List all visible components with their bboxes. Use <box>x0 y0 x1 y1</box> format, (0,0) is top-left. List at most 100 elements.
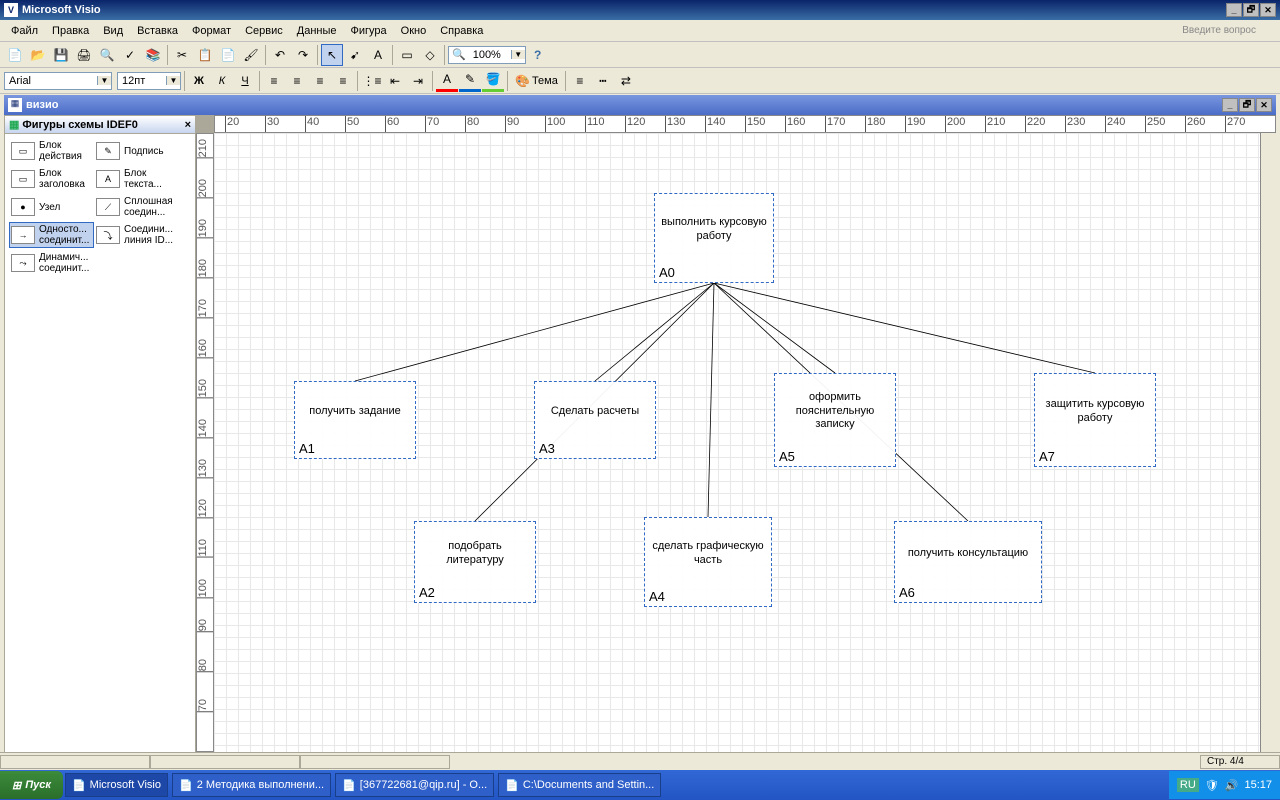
align-right-button[interactable]: ≡ <box>309 70 331 92</box>
print-button[interactable]: 🖨 <box>73 44 95 66</box>
font-size-input[interactable] <box>118 75 166 87</box>
diagram-node-A6[interactable]: получить консультациюA6 <box>894 521 1042 603</box>
tray-lang[interactable]: RU <box>1177 778 1199 792</box>
print-preview-button[interactable]: 🔍 <box>96 44 118 66</box>
vertical-ruler: 2102001901801701601501401301201101009080… <box>196 133 214 752</box>
menu-Формат[interactable]: Формат <box>185 23 238 39</box>
system-tray[interactable]: RU 🛡 🔊 15:17 <box>1169 771 1280 799</box>
rectangle-button[interactable]: ▭ <box>396 44 418 66</box>
fill-color-button[interactable]: 🪣 <box>482 70 504 92</box>
open-button[interactable]: 📂 <box>27 44 49 66</box>
cut-button[interactable]: ✂ <box>171 44 193 66</box>
shape-item[interactable]: ▭Блок заголовка <box>9 166 94 192</box>
shapes-panel-title: Фигуры схемы IDEF0 <box>22 119 137 131</box>
paste-button[interactable]: 📄 <box>217 44 239 66</box>
shape-item[interactable]: ✎Подпись <box>94 138 179 164</box>
vertical-scrollbar[interactable] <box>1260 133 1276 752</box>
copy-button[interactable]: 📋 <box>194 44 216 66</box>
shapes-panel-close-button[interactable]: × <box>185 119 191 131</box>
spellcheck-button[interactable]: ✓ <box>119 44 141 66</box>
bold-button[interactable]: Ж <box>188 70 210 92</box>
theme-button[interactable]: 🎨Тема <box>511 70 562 92</box>
menubar: ФайлПравкаВидВставкаФорматСервисДанныеФи… <box>0 20 1280 42</box>
research-button[interactable]: 📚 <box>142 44 164 66</box>
shapes-button[interactable]: ◇ <box>419 44 441 66</box>
shape-item[interactable]: →Односто... соединит... <box>9 222 94 248</box>
increase-indent-button[interactable]: ⇥ <box>407 70 429 92</box>
zoom-input[interactable] <box>469 49 511 61</box>
doc-minimize-button[interactable]: _ <box>1222 98 1238 112</box>
menu-Вставка[interactable]: Вставка <box>130 23 185 39</box>
help-search-box[interactable]: Введите вопрос <box>1175 23 1276 38</box>
menu-Окно[interactable]: Окно <box>394 23 434 39</box>
tray-icon[interactable]: 🛡 <box>1205 779 1219 792</box>
shape-item[interactable]: ●Узел <box>9 194 94 220</box>
zoom-combo[interactable]: 🔍 ▼ <box>448 46 526 64</box>
line-pattern-button[interactable]: ┅ <box>592 70 614 92</box>
menu-Справка[interactable]: Справка <box>433 23 490 39</box>
app-titlebar: V Microsoft Visio _ 🗗 ✕ <box>0 0 1280 20</box>
tray-icon[interactable]: 🔊 <box>1225 779 1239 792</box>
font-name-input[interactable] <box>5 75 97 87</box>
align-left-button[interactable]: ≡ <box>263 70 285 92</box>
shape-item[interactable]: ▭Блок действия <box>9 138 94 164</box>
underline-button[interactable]: Ч <box>234 70 256 92</box>
taskbar-item[interactable]: 📄Microsoft Visio <box>65 773 168 797</box>
help-button[interactable]: ? <box>527 44 549 66</box>
shape-item[interactable]: ⟋Сплошная соедин... <box>94 194 179 220</box>
font-combo[interactable]: ▼ <box>4 72 112 90</box>
align-justify-button[interactable]: ≡ <box>332 70 354 92</box>
shapes-list: ▭Блок действия✎Подпись▭Блок заголовкаAБл… <box>5 134 195 769</box>
restore-button[interactable]: 🗗 <box>1243 3 1259 17</box>
diagram-node-A3[interactable]: Сделать расчетыA3 <box>534 381 656 459</box>
diagram-node-A2[interactable]: подобрать литературуA2 <box>414 521 536 603</box>
italic-button[interactable]: К <box>211 70 233 92</box>
app-title: Microsoft Visio <box>22 4 1226 16</box>
start-button[interactable]: ⊞Пуск <box>0 771 63 799</box>
line-weight-button[interactable]: ≡ <box>569 70 591 92</box>
close-button[interactable]: ✕ <box>1260 3 1276 17</box>
diagram-node-A0[interactable]: выполнить курсовую работуA0 <box>654 193 774 283</box>
menu-Вид[interactable]: Вид <box>96 23 130 39</box>
document-titlebar: ▦ визио _ 🗗 ✕ <box>4 95 1276 115</box>
font-color-button[interactable]: A <box>436 70 458 92</box>
undo-button[interactable]: ↶ <box>269 44 291 66</box>
shape-item[interactable]: ⤳Динамич... соединит... <box>9 250 94 276</box>
shape-item[interactable]: AБлок текста... <box>94 166 179 192</box>
decrease-indent-button[interactable]: ⇤ <box>384 70 406 92</box>
diagram-node-A5[interactable]: оформить пояснительную запискуA5 <box>774 373 896 467</box>
menu-Сервис[interactable]: Сервис <box>238 23 290 39</box>
diagram-node-A4[interactable]: сделать графическую частьA4 <box>644 517 772 607</box>
taskbar-item[interactable]: 📄C:\Documents and Settin... <box>498 773 661 797</box>
new-button[interactable]: 📄 <box>4 44 26 66</box>
align-center-button[interactable]: ≡ <box>286 70 308 92</box>
minimize-button[interactable]: _ <box>1226 3 1242 17</box>
save-button[interactable]: 💾 <box>50 44 72 66</box>
standard-toolbar: 📄 📂 💾 🖨 🔍 ✓ 📚 ✂ 📋 📄 🖌 ↶ ↷ ↖ ➹ A ▭ ◇ 🔍 ▼ … <box>0 42 1280 68</box>
doc-restore-button[interactable]: 🗗 <box>1239 98 1255 112</box>
main-area: ▦ Фигуры схемы IDEF0 × ▭Блок действия✎По… <box>4 115 1276 770</box>
taskbar: ⊞Пуск 📄Microsoft Visio📄2 Методика выполн… <box>0 770 1280 800</box>
diagram-node-A1[interactable]: получить заданиеA1 <box>294 381 416 459</box>
menu-Файл[interactable]: Файл <box>4 23 45 39</box>
taskbar-item[interactable]: 📄2 Методика выполнени... <box>172 773 331 797</box>
drawing-canvas[interactable]: выполнить курсовую работуA0 получить зада… <box>214 133 1260 752</box>
pointer-tool-button[interactable]: ↖ <box>321 44 343 66</box>
redo-button[interactable]: ↷ <box>292 44 314 66</box>
menu-Фигура[interactable]: Фигура <box>344 23 394 39</box>
bullets-button[interactable]: ⋮≡ <box>361 70 383 92</box>
menu-Правка[interactable]: Правка <box>45 23 96 39</box>
text-tool-button[interactable]: A <box>367 44 389 66</box>
line-color-button[interactable]: ✎ <box>459 70 481 92</box>
taskbar-item[interactable]: 📄[367722681@qip.ru] - О... <box>335 773 494 797</box>
diagram-node-A7[interactable]: защитить курсовую работуA7 <box>1034 373 1156 467</box>
font-size-combo[interactable]: ▼ <box>117 72 181 90</box>
horizontal-ruler: 2030405060708090100110120130140150160170… <box>214 115 1276 133</box>
menu-Данные[interactable]: Данные <box>290 23 344 39</box>
connector-tool-button[interactable]: ➹ <box>344 44 366 66</box>
format-painter-button[interactable]: 🖌 <box>240 44 262 66</box>
doc-close-button[interactable]: ✕ <box>1256 98 1272 112</box>
formatting-toolbar: ▼ ▼ Ж К Ч ≡ ≡ ≡ ≡ ⋮≡ ⇤ ⇥ A ✎ 🪣 🎨Тема ≡ ┅… <box>0 68 1280 94</box>
shape-item[interactable]: ⤵Соедини... линия ID... <box>94 222 179 248</box>
line-ends-button[interactable]: ⇄ <box>615 70 637 92</box>
